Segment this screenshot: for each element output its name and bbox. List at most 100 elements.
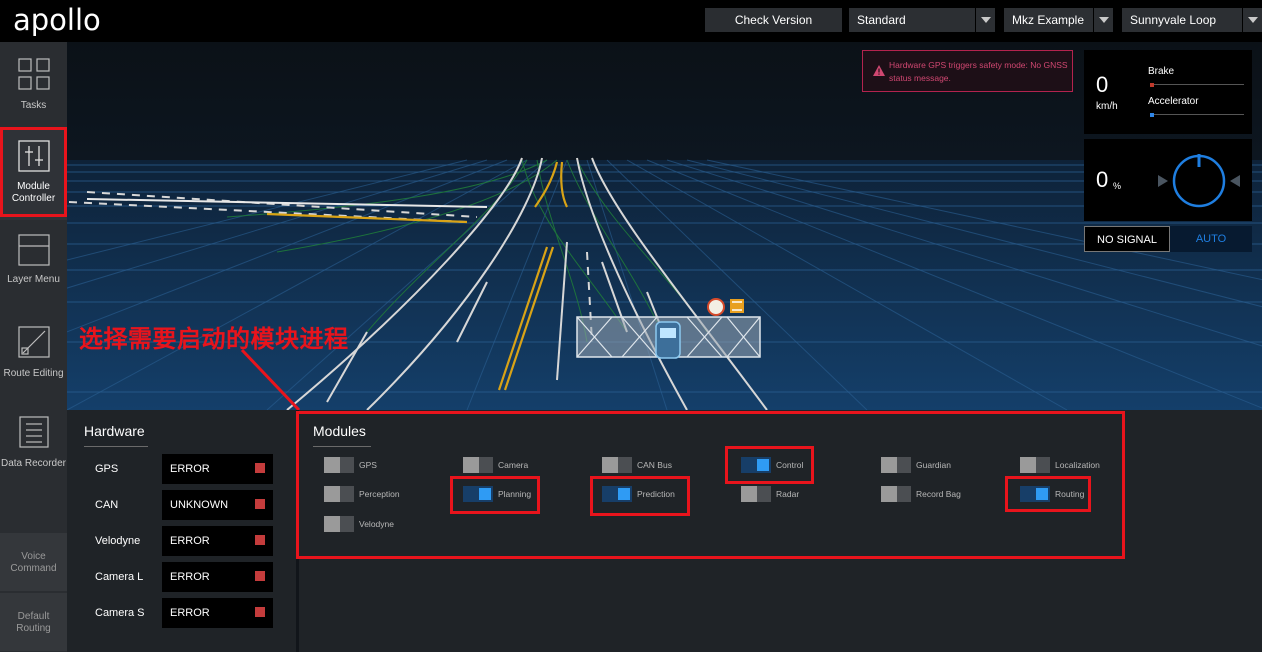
nav-module-controller-label: Module Controller bbox=[11, 181, 56, 204]
speed-panel: 0 km/h Brake Accelerator bbox=[1084, 50, 1252, 134]
module-label: Localization bbox=[1055, 460, 1100, 470]
toggle-knob bbox=[1020, 457, 1036, 473]
nav-route-editing-label: Route Editing bbox=[3, 368, 64, 379]
signal-status: NO SIGNAL bbox=[1084, 226, 1170, 252]
toggle-knob bbox=[757, 459, 769, 471]
toggle-switch[interactable] bbox=[1020, 457, 1050, 473]
default-routing-button[interactable]: Default Routing bbox=[0, 593, 67, 651]
hardware-row: Velodyne ERROR bbox=[67, 526, 296, 558]
chevron-down-icon bbox=[1093, 8, 1113, 32]
status-indicator bbox=[255, 535, 265, 545]
document-icon bbox=[19, 416, 49, 448]
brake-label: Brake bbox=[1148, 66, 1175, 77]
header-bar: apollo Check Version Standard Mkz Exampl… bbox=[0, 0, 1262, 42]
module-label: Planning bbox=[498, 489, 532, 499]
hardware-name: Camera S bbox=[95, 607, 145, 619]
toggle-switch[interactable] bbox=[602, 486, 632, 502]
hardware-title: Hardware bbox=[84, 423, 145, 439]
hardware-status-box: ERROR bbox=[162, 598, 273, 628]
status-indicator bbox=[255, 499, 265, 509]
module-label: Perception bbox=[359, 489, 400, 499]
warning-icon bbox=[873, 65, 885, 76]
module-label: Prediction bbox=[637, 489, 675, 499]
brake-indicator bbox=[1150, 83, 1154, 87]
toggle-switch[interactable] bbox=[324, 486, 354, 502]
toggle-switch[interactable] bbox=[1020, 486, 1050, 502]
voice-command-button[interactable]: Voice Command bbox=[0, 533, 67, 591]
toggle-switch[interactable] bbox=[324, 457, 354, 473]
hardware-status-box: ERROR bbox=[162, 454, 273, 484]
app-root: apollo Check Version Standard Mkz Exampl… bbox=[0, 0, 1262, 652]
toggle-knob bbox=[324, 486, 340, 502]
hardware-status: ERROR bbox=[170, 535, 210, 547]
speed-value: 0 bbox=[1096, 72, 1109, 97]
nav-data-recorder[interactable]: Data Recorder bbox=[0, 400, 67, 490]
nav-layer-menu[interactable]: Layer Menu bbox=[0, 220, 67, 310]
toggle-switch[interactable] bbox=[463, 486, 493, 502]
hardware-row: Camera S ERROR bbox=[67, 598, 296, 630]
status-indicator bbox=[255, 463, 265, 473]
toggle-knob bbox=[479, 488, 491, 500]
nav-tasks[interactable]: Tasks bbox=[0, 42, 67, 132]
steering-panel: 0 % bbox=[1084, 139, 1252, 221]
default-routing-label: Default Routing bbox=[16, 611, 51, 634]
nav-module-controller[interactable]: Module Controller bbox=[0, 130, 67, 220]
module-label: Routing bbox=[1055, 489, 1085, 499]
module-label: CAN Bus bbox=[637, 460, 672, 470]
vehicle-select-value: Mkz Example bbox=[1012, 13, 1085, 27]
scene-graphics bbox=[67, 42, 1262, 410]
toggle-knob bbox=[741, 486, 757, 502]
hardware-status: ERROR bbox=[170, 571, 210, 583]
mode-select-value: Standard bbox=[857, 13, 906, 27]
toggle-switch[interactable] bbox=[881, 486, 911, 502]
map-select[interactable]: Sunnyvale Loop bbox=[1122, 8, 1262, 32]
hardware-status: UNKNOWN bbox=[170, 499, 229, 511]
toggle-knob bbox=[881, 486, 897, 502]
accelerator-bar bbox=[1150, 114, 1244, 115]
nav-route-editing[interactable]: Route Editing bbox=[0, 310, 67, 400]
toggle-knob bbox=[602, 457, 618, 473]
bottom-panel: Hardware GPS ERROR CAN UNKNOWN Velodyne bbox=[67, 410, 1262, 652]
apollo-logo: apollo bbox=[13, 3, 101, 37]
toggle-switch[interactable] bbox=[602, 457, 632, 473]
vehicle-select[interactable]: Mkz Example bbox=[1004, 8, 1113, 32]
mode-select[interactable]: Standard bbox=[849, 8, 995, 32]
chevron-down-icon bbox=[975, 8, 995, 32]
toggle-switch[interactable] bbox=[741, 457, 771, 473]
check-version-button[interactable]: Check Version bbox=[705, 8, 842, 32]
toggle-switch[interactable] bbox=[741, 486, 771, 502]
hardware-status-box: ERROR bbox=[162, 562, 273, 592]
steering-unit: % bbox=[1113, 181, 1122, 191]
accelerator-label: Accelerator bbox=[1148, 96, 1199, 107]
module-label: Guardian bbox=[916, 460, 951, 470]
module-label: Radar bbox=[776, 489, 800, 499]
sliders-icon bbox=[18, 140, 50, 172]
toggle-knob bbox=[1036, 488, 1048, 500]
route-edit-icon bbox=[18, 326, 50, 358]
tasks-grid-icon bbox=[18, 58, 50, 90]
hardware-name: Velodyne bbox=[95, 535, 141, 547]
scene-view[interactable]: Hardware GPS triggers safety mode: No GN… bbox=[67, 42, 1262, 410]
toggle-knob bbox=[463, 457, 479, 473]
voice-command-label: Voice Command bbox=[10, 551, 57, 574]
steering-wheel-icon bbox=[1158, 154, 1240, 208]
signal-bar: NO SIGNAL AUTO bbox=[1084, 226, 1252, 252]
modules-title-underline bbox=[313, 446, 371, 447]
module-label: Camera bbox=[498, 460, 529, 470]
nav-tasks-label: Tasks bbox=[20, 100, 47, 111]
ground-plane bbox=[67, 160, 1262, 410]
hardware-row: CAN UNKNOWN bbox=[67, 490, 296, 522]
toggle-switch[interactable] bbox=[881, 457, 911, 473]
hardware-name: Camera L bbox=[95, 571, 144, 583]
toggle-switch[interactable] bbox=[324, 516, 354, 532]
hardware-row: Camera L ERROR bbox=[67, 562, 296, 594]
brake-bar bbox=[1150, 84, 1244, 85]
hardware-name: CAN bbox=[95, 499, 119, 511]
annotation-text: 选择需要启动的模块进程 bbox=[79, 325, 349, 353]
modules-panel: Modules GPS Camera CAN Bus Control Guard… bbox=[299, 410, 1262, 652]
toggle-knob bbox=[618, 488, 630, 500]
toggle-knob bbox=[881, 457, 897, 473]
hardware-title-underline bbox=[84, 446, 148, 447]
speed-unit: km/h bbox=[1096, 101, 1118, 112]
toggle-switch[interactable] bbox=[463, 457, 493, 473]
